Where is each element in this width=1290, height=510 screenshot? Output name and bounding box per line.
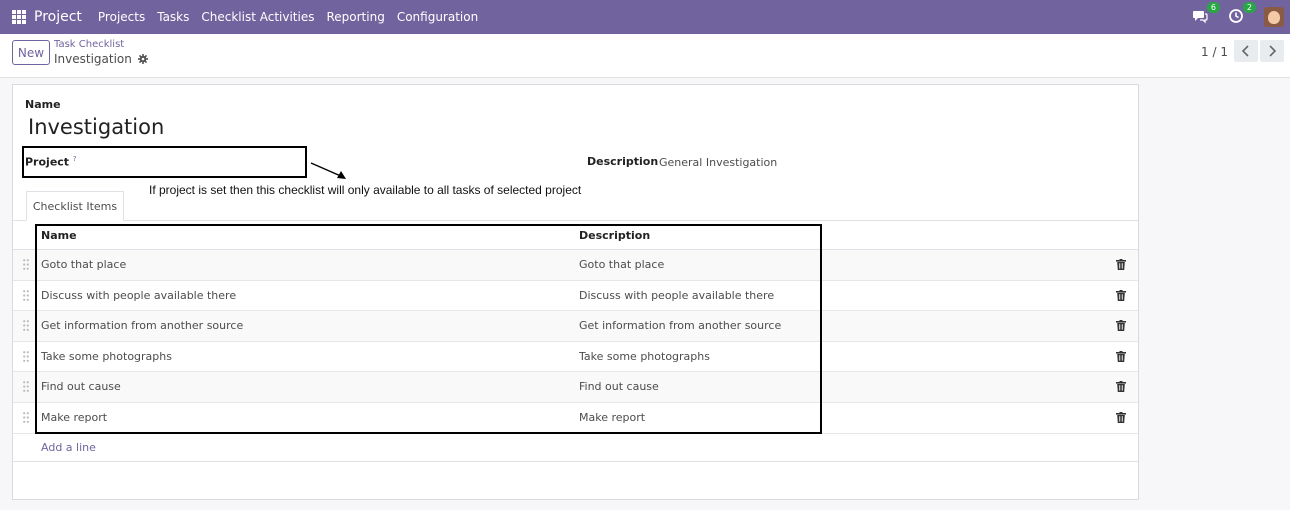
description-field[interactable]: General Investigation — [659, 156, 777, 169]
table-footer-divider — [13, 461, 1138, 462]
column-header-name[interactable]: Name — [41, 229, 77, 242]
trash-icon[interactable] — [1116, 350, 1126, 362]
cell-description[interactable]: Find out cause — [579, 380, 659, 393]
messages-button[interactable]: 6 — [1192, 2, 1220, 26]
breadcrumb[interactable]: Task Checklist — [54, 39, 124, 50]
pager-next-button[interactable] — [1260, 40, 1284, 62]
menu-item-checklist-activities[interactable]: Checklist Activities — [201, 10, 314, 24]
form-sheet: Name Investigation Project ? If project … — [12, 84, 1139, 500]
table-body: Goto that place Goto that place Discuss wi… — [13, 250, 1138, 434]
table-row[interactable]: Goto that place Goto that place — [13, 250, 1138, 281]
help-tooltip-icon[interactable]: ? — [73, 155, 77, 163]
drag-handle-icon[interactable] — [23, 320, 29, 332]
cell-name[interactable]: Make report — [41, 411, 107, 424]
name-field[interactable]: Investigation — [28, 115, 164, 139]
table-row[interactable]: Discuss with people available there Discu… — [13, 281, 1138, 312]
drag-handle-icon[interactable] — [23, 381, 29, 393]
cell-name[interactable]: Find out cause — [41, 380, 121, 393]
pager-value[interactable]: 1 / 1 — [1201, 45, 1228, 59]
user-avatar[interactable] — [1264, 7, 1284, 27]
menu-item-projects[interactable]: Projects — [98, 10, 145, 24]
top-navbar: Project Projects Tasks Checklist Activit… — [0, 0, 1290, 34]
cell-name[interactable]: Get information from another source — [41, 319, 243, 332]
activities-badge: 2 — [1242, 2, 1256, 13]
tab-checklist-items[interactable]: Checklist Items — [26, 191, 124, 221]
menu-item-configuration[interactable]: Configuration — [397, 10, 478, 24]
record-title: Investigation — [54, 52, 148, 66]
trash-icon[interactable] — [1116, 259, 1126, 270]
trash-icon[interactable] — [1116, 381, 1126, 393]
drag-handle-icon[interactable] — [23, 412, 29, 423]
cell-description[interactable]: Get information from another source — [579, 319, 781, 332]
chevron-left-icon — [1242, 45, 1249, 57]
gear-icon[interactable] — [137, 54, 148, 64]
drag-handle-icon[interactable] — [23, 350, 29, 362]
table-row[interactable]: Get information from another source Get i… — [13, 311, 1138, 342]
clock-icon — [1229, 9, 1243, 23]
trash-icon[interactable] — [1116, 289, 1126, 301]
table-row[interactable]: Make report Make report — [13, 403, 1138, 434]
cell-name[interactable]: Take some photographs — [41, 350, 172, 363]
cell-description[interactable]: Discuss with people available there — [579, 289, 774, 302]
control-panel: New Task Checklist Investigation 1 / 1 — [0, 34, 1290, 78]
cell-name[interactable]: Goto that place — [41, 258, 126, 271]
annotation-text: If project is set then this checklist wi… — [149, 183, 582, 197]
table-row[interactable]: Find out cause Find out cause — [13, 372, 1138, 403]
cell-description[interactable]: Goto that place — [579, 258, 664, 271]
cell-description[interactable]: Take some photographs — [579, 350, 710, 363]
chevron-right-icon — [1269, 45, 1276, 57]
checklist-table: Name Description Goto that place Goto tha… — [13, 221, 1138, 434]
name-label: Name — [25, 98, 61, 111]
drag-handle-icon[interactable] — [23, 259, 29, 270]
add-line-link[interactable]: Add a line — [41, 441, 96, 454]
apps-menu-icon[interactable] — [12, 10, 26, 24]
pager-previous-button[interactable] — [1234, 40, 1258, 62]
activities-button[interactable]: 2 — [1228, 2, 1256, 26]
table-row[interactable]: Take some photographs Take some photograp… — [13, 342, 1138, 373]
project-label: Project ? — [25, 155, 77, 169]
trash-icon[interactable] — [1116, 411, 1126, 423]
annotation-arrow — [310, 162, 346, 179]
menu-item-tasks[interactable]: Tasks — [157, 10, 189, 24]
messages-badge: 6 — [1206, 2, 1220, 13]
record-name: Investigation — [54, 52, 132, 66]
table-header: Name Description — [13, 221, 1138, 250]
menu-item-reporting[interactable]: Reporting — [326, 10, 384, 24]
description-label: Description — [587, 155, 659, 168]
chat-icon — [1193, 11, 1208, 24]
cell-name[interactable]: Discuss with people available there — [41, 289, 236, 302]
drag-handle-icon[interactable] — [23, 289, 29, 301]
new-button[interactable]: New — [12, 40, 50, 65]
trash-icon[interactable] — [1116, 320, 1126, 332]
column-header-description[interactable]: Description — [579, 229, 650, 242]
cell-description[interactable]: Make report — [579, 411, 645, 424]
app-name[interactable]: Project — [34, 9, 82, 25]
